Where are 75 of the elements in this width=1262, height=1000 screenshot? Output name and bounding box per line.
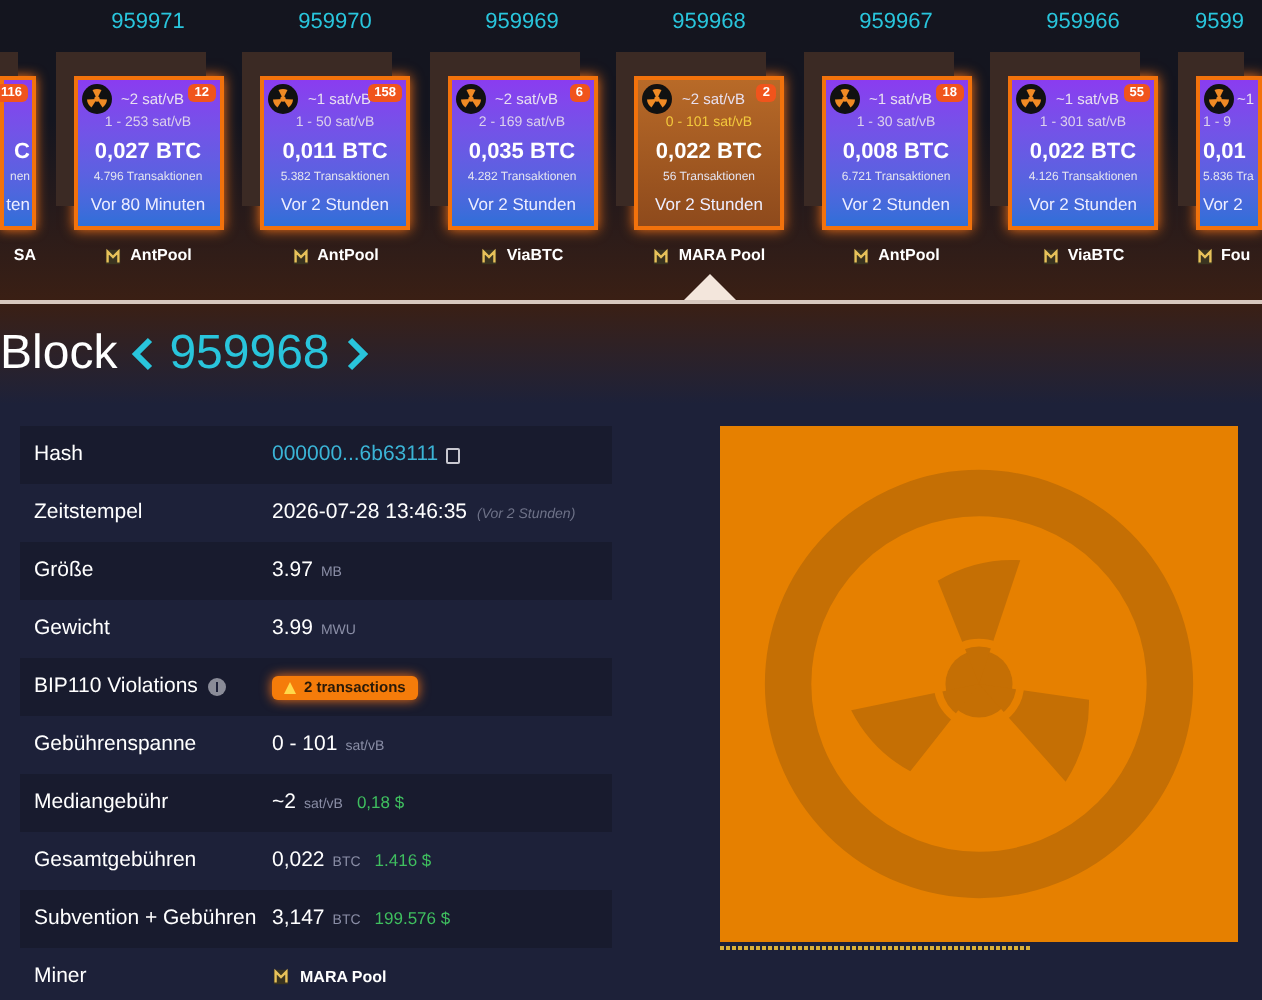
detail-label: Gebührenspanne bbox=[34, 729, 197, 760]
miner-logo-icon bbox=[291, 247, 310, 265]
block-age: Vor 80 Minuten bbox=[90, 192, 206, 216]
chevron-right-icon[interactable] bbox=[345, 336, 370, 372]
block-age: Vor 2 bbox=[1203, 192, 1243, 216]
detail-value: 3.99 bbox=[272, 613, 313, 644]
miner-logo-icon bbox=[1041, 247, 1060, 265]
block-reward: 0,027 BTC bbox=[94, 138, 202, 166]
radiation-icon bbox=[268, 84, 298, 114]
radiation-icon bbox=[1016, 84, 1046, 114]
block-height: 959968 bbox=[169, 324, 330, 384]
block-height-label[interactable]: 959967 bbox=[859, 8, 933, 36]
miner-name[interactable]: SA bbox=[13, 244, 36, 268]
block-reward: 0,022 BTC bbox=[655, 138, 763, 166]
detail-label: Subvention + Gebühren bbox=[34, 903, 257, 934]
miner-name[interactable]: ViaBTC bbox=[1067, 244, 1125, 268]
miner-name[interactable]: Fou bbox=[1221, 244, 1251, 268]
fiat-value: 1.416 $ bbox=[374, 847, 432, 873]
detail-value: ~2 bbox=[272, 787, 296, 818]
block-reward: C bbox=[14, 138, 30, 166]
block-age: Vor 2 Stunden bbox=[842, 192, 950, 216]
warning-icon bbox=[284, 681, 296, 693]
block-reward: 0,035 BTC bbox=[468, 138, 576, 166]
fiat-value: 0,18 $ bbox=[356, 789, 405, 815]
radiation-icon bbox=[1203, 84, 1233, 114]
detail-value: 3,147 bbox=[272, 903, 325, 934]
detail-label: Gesamtgebühren bbox=[34, 845, 197, 876]
miner-logo-icon bbox=[104, 247, 123, 265]
miner-logo-icon bbox=[1195, 247, 1213, 265]
detail-value: 2026-07-28 13:46:35 bbox=[272, 497, 467, 528]
copy-icon[interactable] bbox=[446, 447, 461, 463]
detail-label: Größe bbox=[34, 555, 94, 586]
chevron-left-icon[interactable] bbox=[129, 336, 154, 372]
miner-name[interactable]: MARA Pool bbox=[300, 965, 387, 989]
block-reward: 0,008 BTC bbox=[842, 138, 950, 166]
detail-value: 0 - 101 bbox=[272, 729, 338, 760]
hash-link[interactable]: 000000...6b63111 bbox=[272, 439, 439, 471]
miner-name[interactable]: ViaBTC bbox=[506, 244, 564, 268]
block-reward: 0,011 BTC bbox=[282, 138, 388, 166]
detail-label: BIP110 Violations bbox=[34, 671, 198, 702]
block-height-label[interactable]: 959968 bbox=[672, 8, 746, 36]
radiation-icon bbox=[829, 84, 859, 114]
detail-label: Mediangebühr bbox=[34, 787, 169, 818]
radiation-icon bbox=[642, 84, 672, 114]
block-height-label[interactable]: 959970 bbox=[298, 8, 372, 36]
detail-label: Gewicht bbox=[34, 613, 110, 644]
block-age: Vor 2 Stunden bbox=[468, 192, 576, 216]
radiation-icon bbox=[81, 84, 111, 114]
block-height-label[interactable]: 9599 bbox=[1195, 8, 1244, 36]
miner-name[interactable]: AntPool bbox=[130, 244, 192, 268]
detail-label: Miner bbox=[34, 961, 87, 992]
block-height-label[interactable]: 959966 bbox=[1046, 8, 1120, 36]
detail-value: 3.97 bbox=[272, 555, 313, 586]
block-age: Vor 2 Stunden bbox=[281, 192, 389, 216]
block-age: Vor 2 Stunden bbox=[655, 192, 763, 216]
page-title: Block bbox=[0, 324, 118, 384]
radiation-icon bbox=[455, 84, 485, 114]
miner-name[interactable]: MARA Pool bbox=[678, 244, 766, 268]
miner-logo-icon bbox=[272, 968, 290, 986]
block-height-label[interactable]: 959971 bbox=[111, 8, 185, 36]
detail-label: Hash bbox=[34, 439, 84, 470]
miner-logo-icon bbox=[480, 247, 499, 265]
miner-logo-icon bbox=[852, 247, 871, 265]
block-age: ten bbox=[6, 192, 30, 216]
block-height-label[interactable]: 959969 bbox=[485, 8, 559, 36]
info-icon[interactable] bbox=[207, 678, 226, 696]
miner-name[interactable]: AntPool bbox=[317, 244, 379, 268]
block-reward: 0,022 BTC bbox=[1029, 138, 1137, 166]
detail-value: 0,022 bbox=[272, 845, 325, 876]
miner-name[interactable]: AntPool bbox=[878, 244, 940, 268]
block-age: Vor 2 Stunden bbox=[1029, 192, 1137, 216]
detail-label: Zeitstempel bbox=[34, 497, 143, 528]
fiat-value: 199.576 $ bbox=[374, 905, 451, 931]
block-reward: 0,01 bbox=[1203, 138, 1246, 166]
miner-logo-icon bbox=[652, 247, 671, 265]
